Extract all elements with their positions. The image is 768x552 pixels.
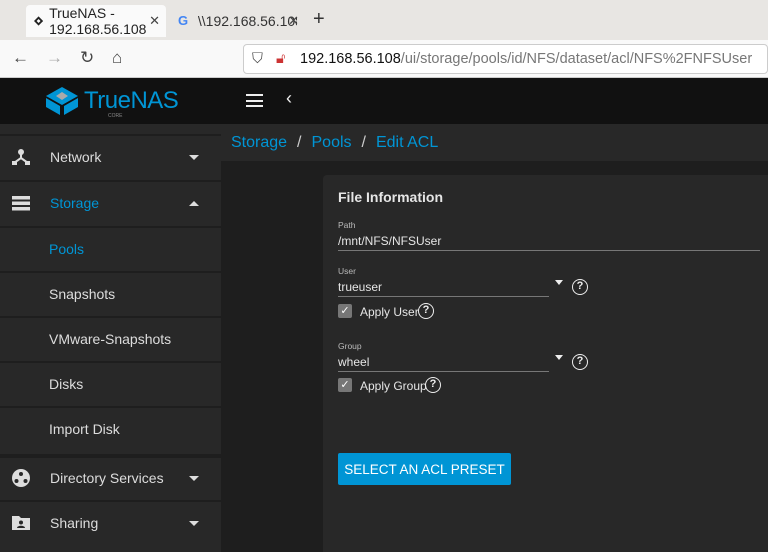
select-acl-preset-button[interactable]: SELECT AN ACL PRESET [338,453,511,485]
chevron-down-icon [189,475,199,481]
sidebar-item-label: VMware-Snapshots [49,331,172,347]
user-help-icon[interactable]: ? [572,279,588,295]
browser-nav-bar: ← → ↻ ⌂ ⛉ 🔓︎ 192.168.56.108/ui/storage/p… [0,40,768,78]
path-underline [338,250,760,251]
apply-user-help-icon[interactable]: ? [418,303,434,319]
back-icon[interactable]: ← [12,48,29,68]
sidebar-item-directory-services[interactable]: Directory Services [0,454,221,498]
tab-label: TrueNAS - 192.168.56.108 [49,5,147,37]
sidebar-item-storage[interactable]: Storage [0,180,221,224]
sidebar-item-label: Import Disk [49,421,120,437]
sidebar-item-vmware-snapshots[interactable]: VMware-Snapshots [0,316,221,360]
chevron-up-icon [189,200,199,206]
sidebar-item-label: Snapshots [49,286,116,302]
apply-user-checkbox[interactable]: ✓ [338,304,352,318]
google-favicon-icon: G [178,13,189,28]
sidebar-item-sharing[interactable]: Sharing [0,500,221,544]
apply-group-help-icon[interactable]: ? [425,377,441,393]
truenas-favicon-icon [34,16,44,26]
group-dropdown-icon[interactable] [555,355,563,360]
browser-tab-bar: TrueNAS - 192.168.56.108 ✕ G \\192.168.5… [0,0,768,40]
truenas-logo-icon [46,87,78,115]
chevron-down-icon [189,520,199,526]
path-label: Path [338,220,356,230]
tab-truenas[interactable]: TrueNAS - 192.168.56.108 ✕ [26,5,166,37]
user-label: User [338,266,356,276]
apply-user-label: Apply User [360,305,419,319]
path-field: /mnt/NFS/NFSUser [338,234,442,248]
close-tab-icon[interactable]: ✕ [288,13,299,29]
reload-icon[interactable]: ↻ [80,48,94,68]
card-title: File Information [338,189,443,205]
menu-icon[interactable] [246,94,263,107]
group-help-icon[interactable]: ? [572,354,588,370]
group-underline [338,371,549,372]
new-tab-button[interactable]: + [313,8,325,31]
tab-google[interactable]: G \\192.168.56.108 - Google ✕ [170,5,305,37]
file-information-card: File Information Path /mnt/NFS/NFSUser U… [323,175,768,552]
sidebar-item-label: Pools [49,241,85,257]
user-select[interactable]: trueuser [338,280,382,294]
breadcrumb: Storage / Pools / Edit ACL [221,124,768,161]
sidebar-item-snapshots[interactable]: Snapshots [0,271,221,315]
close-tab-icon[interactable]: ✕ [149,13,160,29]
home-icon[interactable]: ⌂ [112,48,122,68]
truenas-logo[interactable]: TrueNAS CORE [46,87,179,119]
collapse-sidebar-icon[interactable]: ‹ [286,88,292,109]
shield-icon: ⛉ [252,51,263,67]
url-host: 192.168.56.108 [300,51,401,67]
breadcrumb-edit-acl: Edit ACL [375,133,439,151]
user-underline [338,296,549,297]
breadcrumb-pools[interactable]: Pools [312,134,352,152]
directory-icon [12,469,30,487]
sidebar-item-network[interactable]: Network [0,134,221,178]
sidebar-item-pools[interactable]: Pools [0,226,221,270]
sharing-icon [12,516,30,530]
logo-text: TrueNAS [84,87,179,114]
apply-group-checkbox[interactable]: ✓ [338,378,352,392]
group-select[interactable]: wheel [338,355,369,369]
sidebar: Network Storage Pools Snapshots VMware-S… [0,124,221,552]
insecure-lock-icon: 🔓︎ [276,51,286,67]
network-icon [12,149,30,165]
url-bar[interactable]: ⛉ 🔓︎ 192.168.56.108/ui/storage/pools/id/… [243,44,768,74]
tab-label: \\192.168.56.108 - Google [197,13,297,29]
group-label: Group [338,341,362,351]
forward-icon[interactable]: → [46,48,63,68]
chevron-down-icon [189,154,199,160]
sidebar-item-label: Storage [50,195,100,211]
app-header: TrueNAS CORE ‹ [0,78,768,124]
breadcrumb-storage[interactable]: Storage [231,134,287,152]
url-path: /ui/storage/pools/id/NFS/dataset/acl/NFS… [400,51,753,67]
sidebar-item-label: Disks [49,376,84,392]
sidebar-item-label: Sharing [50,515,99,531]
sidebar-item-label: Directory Services [50,470,164,486]
sidebar-item-disks[interactable]: Disks [0,361,221,405]
apply-group-label: Apply Group [360,379,427,393]
user-dropdown-icon[interactable] [555,280,563,285]
sidebar-item-label: Network [50,149,102,165]
storage-icon [12,196,30,211]
logo-sub: CORE [108,113,123,119]
sidebar-item-import-disk[interactable]: Import Disk [0,406,221,450]
